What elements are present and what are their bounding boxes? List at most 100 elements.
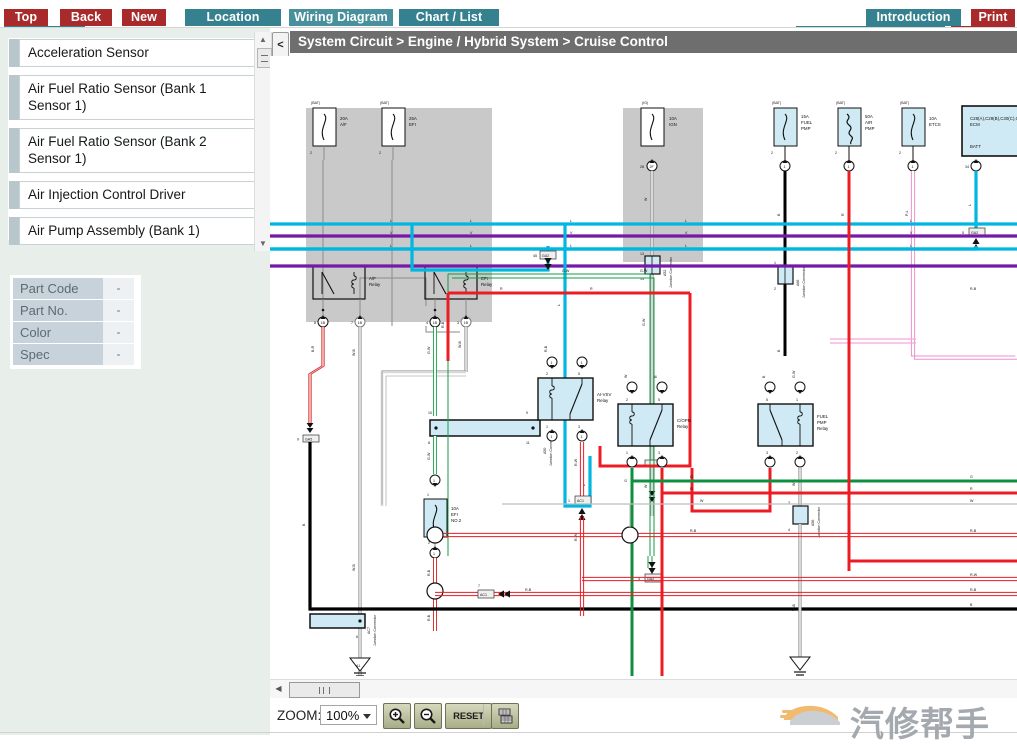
list-item-label: Air Injection Control Driver <box>19 181 256 209</box>
color-value: - <box>103 322 134 343</box>
svg-text:L: L <box>968 204 972 206</box>
wiring-diagram-tab[interactable]: Wiring Diagram <box>289 9 393 26</box>
svg-text:5: 5 <box>658 398 660 402</box>
svg-text:W: W <box>644 484 648 488</box>
svg-text:G-W: G-W <box>792 370 796 378</box>
wire-b-r: B-R GA5 9 <box>297 327 325 443</box>
svg-text:25A: 25A <box>409 116 417 121</box>
svg-text:G: G <box>624 479 628 482</box>
back-button[interactable]: Back <box>60 9 112 26</box>
svg-text:(BAT): (BAT) <box>900 101 909 105</box>
svg-text:A1: A1 <box>356 664 360 668</box>
list-item[interactable]: Air Fuel Ratio Sensor (Bank 1 Sensor 1) <box>9 75 256 120</box>
print-button[interactable]: Print <box>971 9 1015 26</box>
svg-text:B: B <box>970 603 973 607</box>
zoom-in-button[interactable] <box>383 703 411 729</box>
list-item-marker <box>9 128 19 173</box>
list-item[interactable]: Air Pump Assembly (Bank 1) <box>9 217 256 245</box>
svg-text:1: 1 <box>427 493 429 497</box>
svg-text:G-W: G-W <box>427 452 431 460</box>
svg-text:R-W: R-W <box>574 458 578 466</box>
zoom-out-button[interactable] <box>414 703 442 729</box>
svg-text:R: R <box>690 487 693 491</box>
list-item[interactable]: Air Fuel Ratio Sensor (Bank 2 Sensor 1) <box>9 128 256 173</box>
svg-text:(BAT): (BAT) <box>311 101 320 105</box>
connector-a50: 8 9 11 A50 Junction Connector <box>428 411 553 466</box>
svg-text:W-B: W-B <box>352 348 356 356</box>
svg-text:B: B <box>777 213 781 216</box>
car-logo-icon <box>780 705 840 725</box>
svg-text:2: 2 <box>774 287 776 291</box>
svg-text:R: R <box>590 287 593 291</box>
wire-g-w-efi2: G-W 1 1 <box>427 436 441 497</box>
svg-text:2: 2 <box>835 151 837 155</box>
ground-a1: A1 <box>348 657 372 676</box>
ecm-connector: C28(A),C29(B),C30(C),C... ECM BATT MRE 3… <box>961 105 1017 172</box>
svg-text:GA2: GA2 <box>542 254 549 258</box>
wiring-diagram-svg: .wire{fill:none;stroke-linecap:butt;} .l… <box>270 101 1017 676</box>
svg-text:G-W: G-W <box>642 318 646 326</box>
scroll-up-icon[interactable]: ▲ <box>255 32 271 47</box>
svg-text:R-B: R-B <box>970 588 977 592</box>
collapse-panel-button[interactable]: < <box>272 32 289 58</box>
diagram-horizontal-scrollbar[interactable]: ◀ <box>270 679 1017 699</box>
svg-text:C/OPN: C/OPN <box>677 418 691 423</box>
svg-text:10A: 10A <box>929 116 937 121</box>
svg-text:ECM: ECM <box>970 122 980 127</box>
top-button[interactable]: Top <box>4 9 48 26</box>
connector-ac7: 1 4 6 AC7 Junction Connector <box>309 608 377 646</box>
svg-text:2: 2 <box>379 151 381 155</box>
toolbar-divider <box>483 704 484 726</box>
introduction-button[interactable]: Introduction <box>866 9 961 26</box>
svg-text:Junction Connector: Junction Connector <box>802 266 806 298</box>
part-no-label: Part No. <box>13 300 103 321</box>
svg-text:1: 1 <box>796 398 798 402</box>
wiring-diagram-canvas[interactable]: .wire{fill:none;stroke-linecap:butt;} .l… <box>270 56 1017 676</box>
scroll-left-icon[interactable]: ◀ <box>271 681 286 696</box>
svg-text:7: 7 <box>351 321 353 325</box>
svg-text:R-W: R-W <box>574 533 578 541</box>
svg-text:G: G <box>690 475 693 479</box>
svg-text:A56: A56 <box>811 520 815 526</box>
grid-view-button[interactable] <box>491 703 519 729</box>
svg-text:ETCS: ETCS <box>929 122 941 127</box>
svg-text:W: W <box>624 374 628 378</box>
location-tab[interactable]: Location <box>185 9 281 26</box>
svg-text:R-B: R-B <box>427 614 431 621</box>
svg-text:B: B <box>302 523 306 526</box>
chart-list-tab[interactable]: Chart / List <box>399 9 499 26</box>
svg-text:2: 2 <box>899 151 901 155</box>
svg-text:9: 9 <box>526 411 528 415</box>
list-item-marker <box>9 75 19 120</box>
hscrollbar-thumb[interactable] <box>289 682 360 698</box>
svg-text:AI-VSV: AI-VSV <box>597 392 611 397</box>
scroll-down-icon[interactable]: ▼ <box>255 236 271 251</box>
svg-text:1: 1 <box>784 165 786 169</box>
svg-text:A/F: A/F <box>369 276 376 281</box>
svg-text:1: 1 <box>433 552 435 556</box>
svg-text:Relay: Relay <box>677 424 689 429</box>
svg-text:15A: 15A <box>801 114 809 119</box>
zoom-label: ZOOM: <box>277 708 322 723</box>
svg-text:L: L <box>570 244 572 248</box>
zoom-reset-button[interactable]: RESET <box>445 703 492 729</box>
svg-text:1: 1 <box>912 165 914 169</box>
svg-text:1B: 1B <box>464 321 469 325</box>
svg-text:10A: 10A <box>669 116 677 121</box>
zoom-level-select[interactable]: 100% <box>320 705 377 725</box>
svg-text:Relay: Relay <box>817 426 829 431</box>
list-item[interactable]: Air Injection Control Driver <box>9 181 256 209</box>
svg-text:1: 1 <box>848 165 850 169</box>
svg-text:W-B: W-B <box>792 603 796 611</box>
list-item[interactable]: Acceleration Sensor <box>9 39 256 67</box>
svg-text:L: L <box>390 219 392 223</box>
list-item-label: Air Fuel Ratio Sensor (Bank 2 Sensor 1) <box>19 128 256 173</box>
svg-text:NO.2: NO.2 <box>451 518 462 523</box>
fuse-10a-etcs: (BAT) 10A ETCS 2 1 <box>899 101 941 172</box>
svg-text:Relay: Relay <box>597 398 609 403</box>
new-button[interactable]: New <box>122 9 166 26</box>
svg-text:PMP: PMP <box>801 126 811 131</box>
svg-text:7: 7 <box>478 584 480 588</box>
svg-text:13: 13 <box>640 252 644 256</box>
svg-text:Junction Connector: Junction Connector <box>669 256 673 288</box>
